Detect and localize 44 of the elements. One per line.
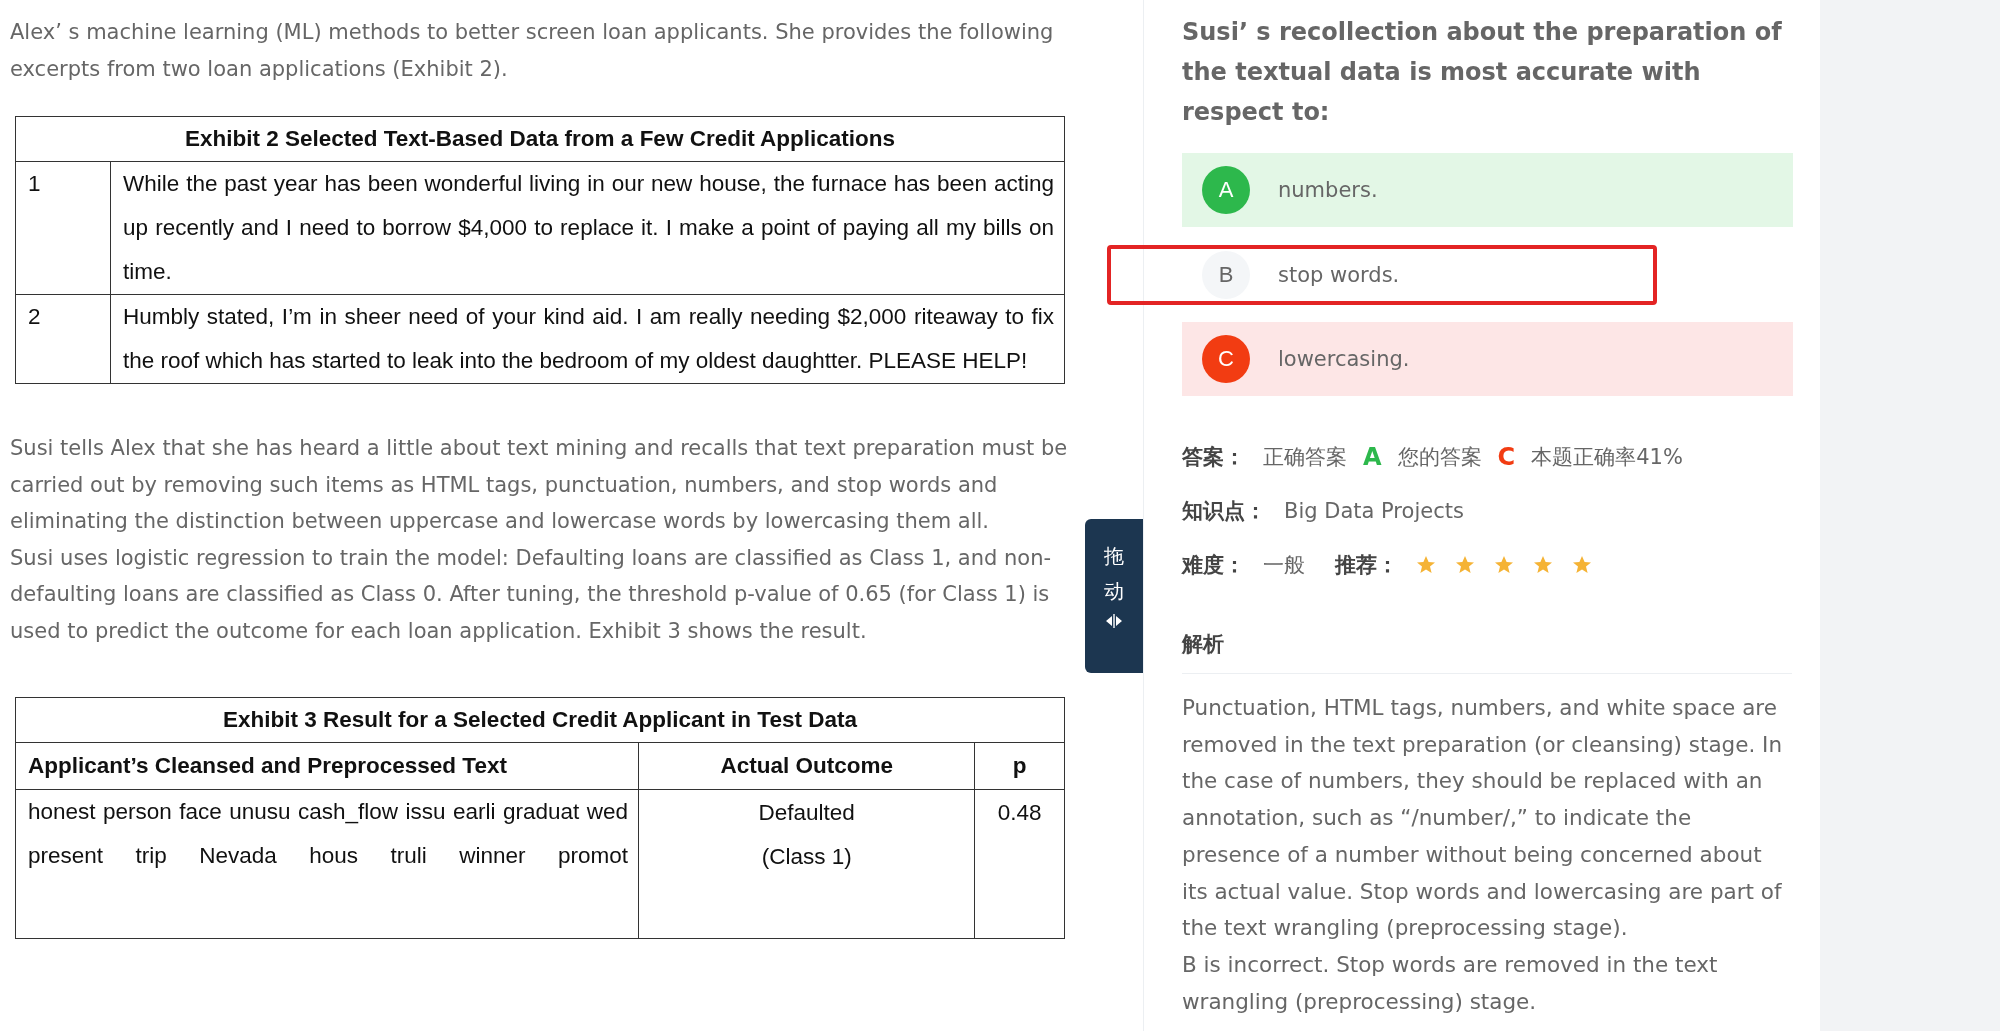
drag-handle[interactable]: 拖动 <box>1085 519 1143 673</box>
star-icon <box>1455 555 1475 575</box>
table-cell: 1 <box>15 161 111 295</box>
option-letter: A <box>1202 166 1250 214</box>
exhibit-title: Exhibit 3 Result for a Selected Credit Applicant in Test Data <box>15 697 1065 743</box>
option-text: lowercasing. <box>1278 347 1410 371</box>
star-icon <box>1572 555 1592 575</box>
resize-icon <box>1105 613 1123 629</box>
analysis-heading: 解析 <box>1182 631 1225 658</box>
correct-answer: A <box>1363 443 1382 471</box>
table-cell: 0.48 <box>974 789 1065 939</box>
recommend-label: 推荐： <box>1335 552 1398 579</box>
table-cell: Humbly stated, I’m in sheer need of your kind aid. I am really needing $2,000 riteaway to fix the roof which has started to leak into the bedroom of my oldest daughtter. PLEASE HELP! <box>110 294 1065 384</box>
your-answer: C <box>1497 443 1516 471</box>
star-icon <box>1533 555 1553 575</box>
column-header: Applicant’s Cleansed and Preprocessed Text <box>15 742 639 790</box>
star-icon <box>1416 555 1436 575</box>
option-text: stop words. <box>1278 263 1400 287</box>
table-cell: While the past year has been wonderful living in our new house, the furnace has been acting up recently and I need to borrow $4,000 to replace it. I make a point of paying all my bills on time. <box>110 161 1065 295</box>
correct-answer-label: 正确答案 <box>1263 444 1347 471</box>
explanation-text: Punctuation, HTML tags, numbers, and white space are removed in the text preparation (or cleansing) stage. In the case of numbers, they should be replaced with an annotation, such as “/number/,” to indicate the presence of a number without being concerned about its actual value. Stop words and lowercasing are part of the text wrangling (preprocessing stage). <box>1182 694 1784 943</box>
table-cell: 2 <box>15 294 111 384</box>
option-letter: C <box>1202 335 1250 383</box>
question-text: Susi’ s recollection about the preparation of the textual data is most accurate with respect to: <box>1182 17 1783 128</box>
answer-option[interactable]: B stop words. <box>1182 247 1792 303</box>
option-text: numbers. <box>1278 178 1378 202</box>
table-cell: honest person face unusu cash_flow issu earli graduat wed present trip Nevada hous truli winner promot <box>15 789 639 939</box>
difficulty-label: 难度： <box>1182 552 1245 579</box>
star-icon <box>1494 555 1514 575</box>
case-paragraph: Alex’ s machine learning (ML) methods to better screen loan applicants. She provides the following excerpts from two loan applications (Exhibit 2). <box>10 19 1055 83</box>
case-paragraph: Susi tells Alex that she has heard a little about text mining and recalls that text preparation must be carried out by removing such items as HTML tags, punctuation, numbers, and stop words and eliminating the distinction between uppercase and lowercase words by lowercasing them all. <box>10 435 1068 535</box>
case-paragraph: Susi uses logistic regression to train the model: Defaulting loans are classified as Class 1, and non-defaulting loans are classified as Class 0. After tuning, the threshold p-value of 0.65 (for Class 1) is used to predict the outcome for each loan application. Exhibit 3 shows the result. <box>10 544 1053 645</box>
topic-value: Big Data Projects <box>1284 499 1464 523</box>
topic-label: 知识点： <box>1182 498 1266 525</box>
option-letter: B <box>1202 251 1250 299</box>
explanation-text: B is incorrect. Stop words are removed in the text wrangling (preprocessing) stage. <box>1182 950 1719 1016</box>
table-cell: Defaulted (Class 1) <box>638 789 975 939</box>
difficulty-value: 一般 <box>1263 552 1305 579</box>
column-header: p <box>974 742 1065 790</box>
your-answer-label: 您的答案 <box>1397 444 1482 471</box>
accuracy-rate: 本题正确率41% <box>1531 444 1683 471</box>
answer-label: 答案： <box>1182 444 1245 471</box>
exhibit-title: Exhibit 2 Selected Text-Based Data from a Few Credit Applications <box>15 116 1065 162</box>
column-header: Actual Outcome <box>638 742 975 790</box>
